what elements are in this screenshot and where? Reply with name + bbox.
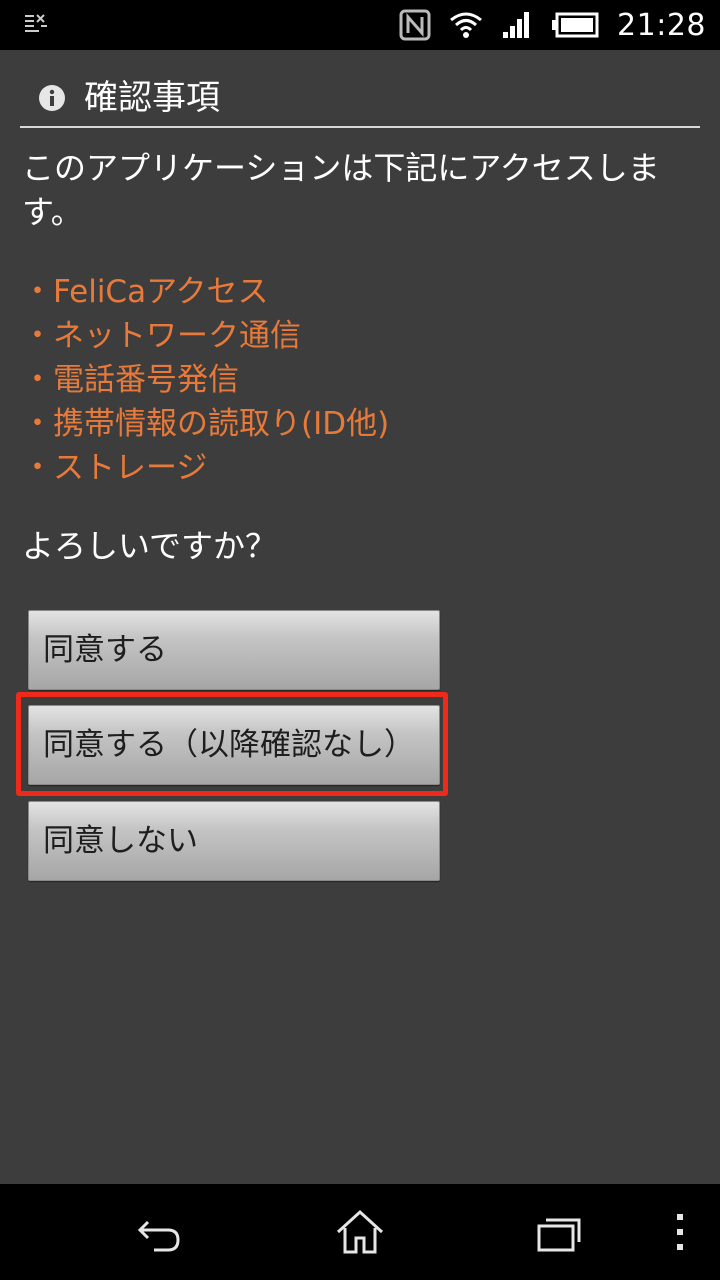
permission-item: ・電話番号発信 <box>22 362 239 398</box>
agree-button[interactable]: 同意する <box>28 610 440 690</box>
agree-always-button[interactable]: 同意する（以降確認なし） <box>28 705 440 785</box>
dialog-title: 確認事項 <box>84 78 220 118</box>
dialog-header: 確認事項 <box>20 70 700 128</box>
nfc-icon <box>399 9 431 41</box>
signal-icon <box>503 12 530 38</box>
notification-icon <box>25 14 47 32</box>
menu-icon[interactable] <box>670 1206 690 1258</box>
permission-item: ・ストレージ <box>22 450 208 486</box>
confirm-question: よろしいですか？ <box>22 527 278 565</box>
info-icon <box>39 85 65 111</box>
battery-icon <box>552 12 599 38</box>
back-icon[interactable] <box>134 1206 186 1258</box>
permission-item: ・携帯情報の読取り(ID他) <box>22 406 390 442</box>
dialog-message: このアプリケーションは下記にアクセスします。 <box>22 149 660 231</box>
home-icon[interactable] <box>334 1206 386 1258</box>
permission-item: ・ネットワーク通信 <box>22 318 301 354</box>
disagree-button[interactable]: 同意しない <box>28 801 440 881</box>
permission-list: ・FeliCaアクセス ・ネットワーク通信 ・電話番号発信 ・携帯情報の読取り(… <box>22 270 389 490</box>
wifi-icon <box>450 12 482 38</box>
clock: 21:28 <box>617 7 706 43</box>
status-icons: 21:28 <box>399 0 706 50</box>
recent-apps-icon[interactable] <box>534 1206 586 1258</box>
permission-item: ・FeliCaアクセス <box>22 274 269 310</box>
screen: 21:28 確認事項 このアプリケーションは下記にアクセスします。 ・FeliC… <box>0 0 720 1280</box>
status-bar: 21:28 <box>0 0 720 50</box>
navigation-bar <box>0 1184 720 1280</box>
